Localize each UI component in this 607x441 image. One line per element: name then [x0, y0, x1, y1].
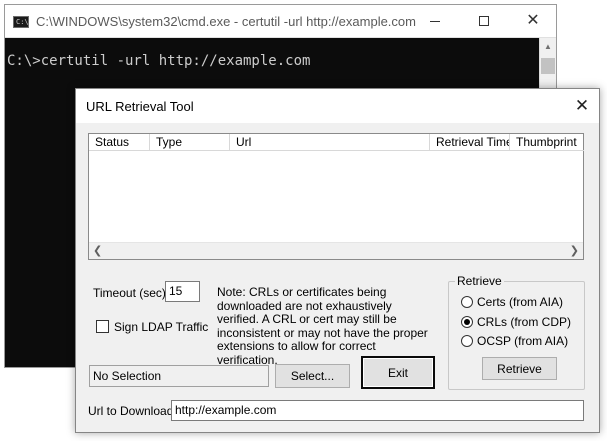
scroll-up-icon[interactable]: ▲: [540, 42, 556, 51]
url-to-download-label: Url to Download: [88, 404, 174, 418]
close-icon: ✕: [574, 96, 590, 115]
column-retrieval-time[interactable]: Retrieval Time: [430, 134, 510, 151]
retrieve-button[interactable]: Retrieve: [482, 357, 557, 380]
retrieve-groupbox: Retrieve Certs (from AIA) CRLs (from CDP…: [448, 274, 585, 390]
console-icon: C:\: [13, 16, 29, 28]
url-input[interactable]: http://example.com: [171, 400, 584, 421]
column-thumbprint[interactable]: Thumbprint: [510, 134, 584, 151]
column-status[interactable]: Status: [89, 134, 150, 151]
retrieve-group-title: Retrieve: [455, 274, 504, 288]
cmd-window-title: C:\WINDOWS\system32\cmd.exe - certutil -…: [36, 14, 416, 29]
list-horizontal-scrollbar[interactable]: ❮ ❯: [89, 242, 583, 259]
minimize-icon: [430, 20, 440, 22]
timeout-label: Timeout (sec): [93, 286, 166, 300]
sign-ldap-label[interactable]: Sign LDAP Traffic: [114, 320, 208, 334]
radio-crls-cdp[interactable]: [461, 316, 473, 328]
radio-ocsp-aia[interactable]: [461, 335, 473, 347]
list-header: Status Type Url Retrieval Time Thumbprin…: [89, 134, 584, 152]
radio-certs-aia-label[interactable]: Certs (from AIA): [477, 295, 563, 309]
maximize-icon: [479, 16, 489, 26]
column-url[interactable]: Url: [230, 134, 430, 151]
radio-ocsp-aia-label[interactable]: OCSP (from AIA): [477, 334, 568, 348]
dialog-title: URL Retrieval Tool: [86, 99, 194, 114]
close-icon: ✕: [526, 12, 540, 29]
scrollbar-thumb[interactable]: [541, 58, 555, 74]
scroll-left-icon[interactable]: ❮: [93, 244, 102, 257]
dialog-close-button[interactable]: ✕: [565, 89, 599, 123]
column-type[interactable]: Type: [150, 134, 230, 151]
selection-display: No Selection: [89, 365, 269, 387]
timeout-input[interactable]: 15: [165, 281, 200, 302]
exit-button[interactable]: Exit: [361, 356, 435, 389]
results-list[interactable]: Status Type Url Retrieval Time Thumbprin…: [88, 133, 584, 260]
dialog-titlebar[interactable]: URL Retrieval Tool ✕: [76, 89, 599, 123]
scroll-right-icon[interactable]: ❯: [570, 244, 579, 257]
verification-note: Note: CRLs or certificates being downloa…: [217, 285, 428, 367]
radio-certs-aia[interactable]: [461, 296, 473, 308]
close-button[interactable]: ✕: [510, 5, 556, 37]
cmd-titlebar[interactable]: C:\ C:\WINDOWS\system32\cmd.exe - certut…: [5, 5, 556, 38]
maximize-button[interactable]: [461, 5, 507, 37]
url-retrieval-dialog: URL Retrieval Tool ✕ Status Type Url Ret…: [75, 88, 600, 433]
sign-ldap-checkbox[interactable]: [96, 320, 109, 333]
console-output[interactable]: C:\>certutil -url http://example.com: [7, 53, 310, 69]
select-button[interactable]: Select...: [275, 364, 350, 388]
radio-crls-cdp-label[interactable]: CRLs (from CDP): [477, 315, 571, 329]
minimize-button[interactable]: [412, 5, 458, 37]
